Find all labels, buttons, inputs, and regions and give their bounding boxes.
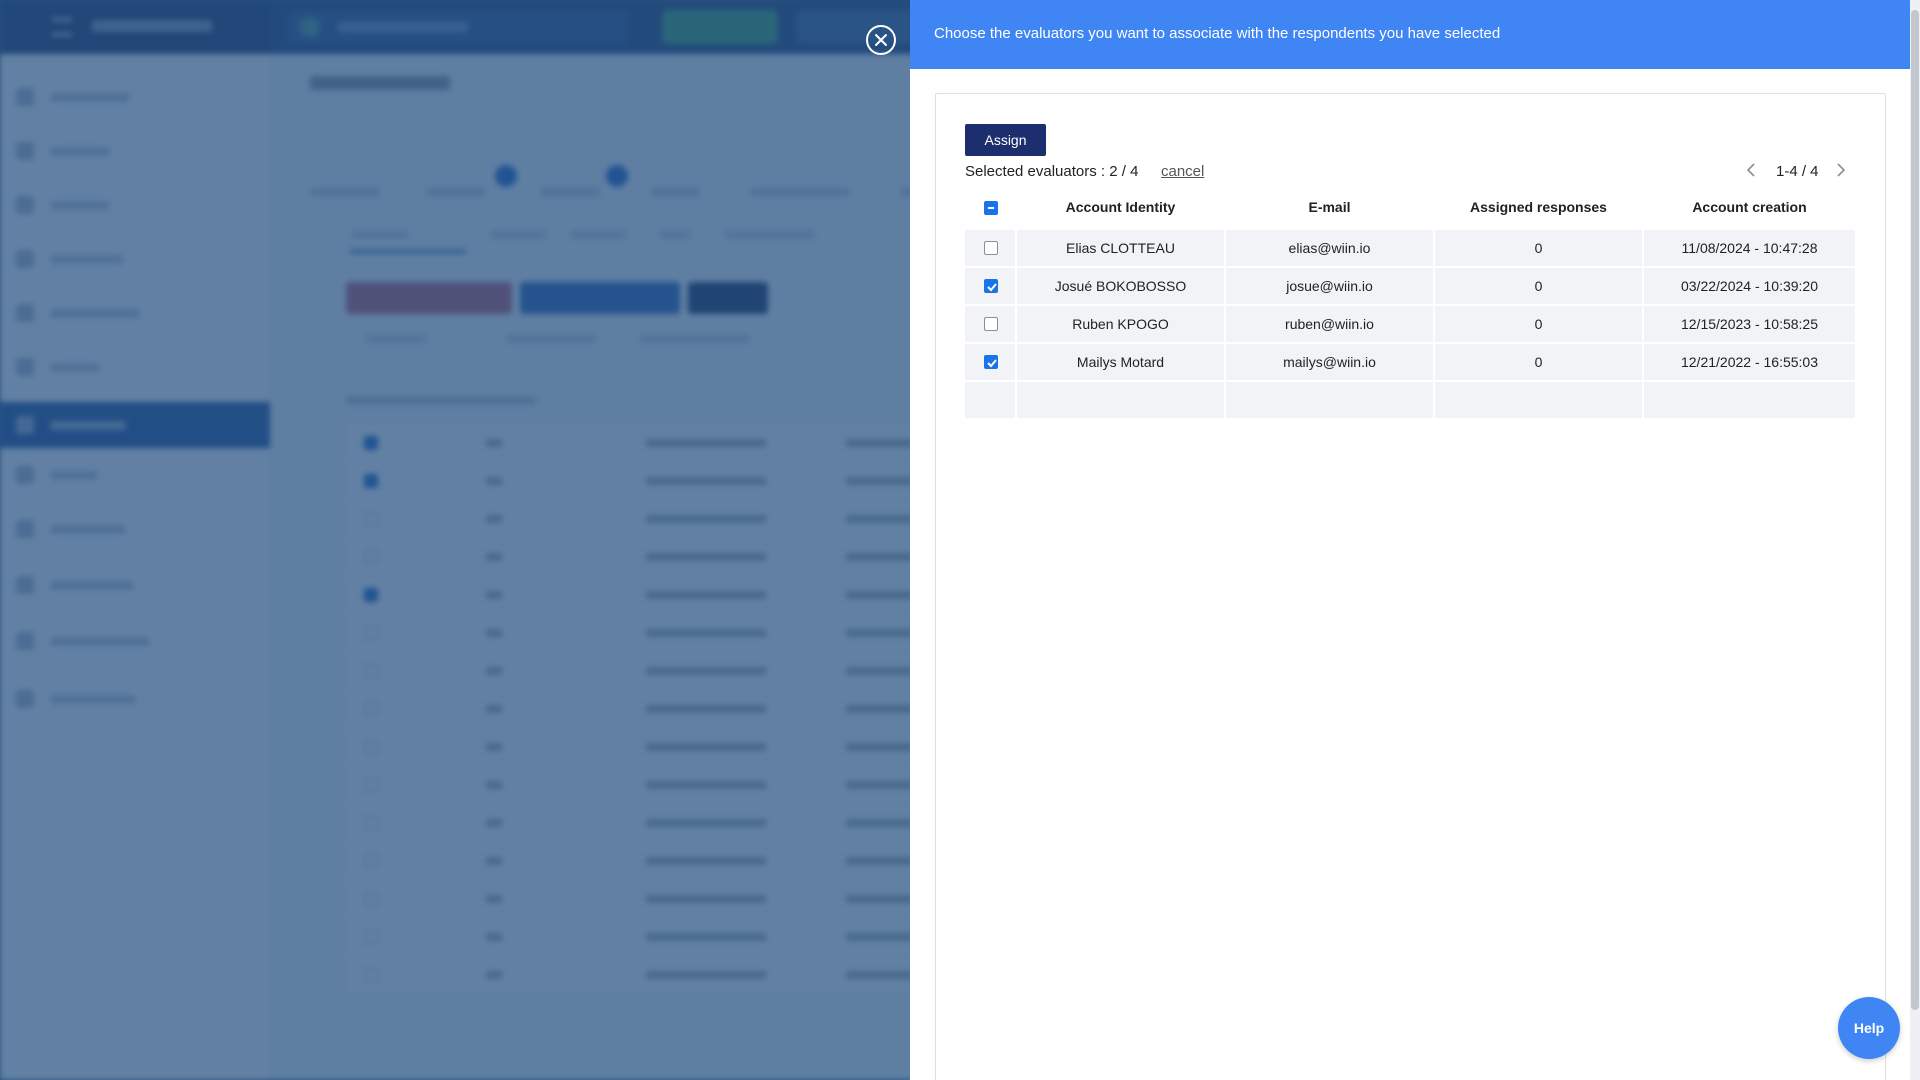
chevron-left-icon — [1746, 163, 1755, 177]
column-header-account-creation[interactable]: Account creation — [1644, 190, 1855, 228]
empty-cell — [1017, 382, 1224, 418]
select-all-checkbox[interactable] — [984, 201, 998, 215]
row-checkbox[interactable] — [984, 279, 998, 293]
email-cell: ruben@wiin.io — [1226, 306, 1433, 342]
pager-range: 1-4 / 4 — [1776, 163, 1819, 180]
empty-cell — [1226, 382, 1433, 418]
checkmark-icon — [987, 283, 997, 292]
pager-next-button[interactable] — [1832, 161, 1848, 179]
cancel-selection-link[interactable]: cancel — [1161, 163, 1204, 180]
account-identity-cell: Josué BOKOBOSSO — [1017, 268, 1224, 304]
account-creation-cell: 12/21/2022 - 16:55:03 — [1644, 344, 1855, 380]
empty-cell — [1435, 382, 1642, 418]
row-checkbox[interactable] — [984, 355, 998, 369]
empty-cell — [965, 382, 1015, 418]
chevron-right-icon — [1837, 163, 1846, 177]
row-select-cell — [965, 230, 1015, 266]
scrollbar-thumb[interactable] — [1911, 10, 1919, 1010]
row-select-cell — [965, 268, 1015, 304]
close-drawer-button[interactable] — [866, 25, 896, 55]
row-select-cell — [965, 344, 1015, 380]
column-header-email[interactable]: E-mail — [1226, 190, 1433, 228]
table-header: Account Identity E-mail Assigned respons… — [965, 190, 1855, 228]
table-empty-row — [965, 382, 1855, 418]
checkmark-icon — [987, 359, 997, 368]
email-cell: josue@wiin.io — [1226, 268, 1433, 304]
column-header-assigned-responses[interactable]: Assigned responses — [1435, 190, 1642, 228]
close-circle-icon — [875, 34, 887, 46]
account-identity-cell: Elias CLOTTEAU — [1017, 230, 1224, 266]
row-select-cell — [965, 306, 1015, 342]
account-creation-cell: 03/22/2024 - 10:39:20 — [1644, 268, 1855, 304]
help-button[interactable]: Help — [1838, 997, 1900, 1059]
table-row[interactable]: Josué BOKOBOSSO josue@wiin.io 0 03/22/20… — [965, 268, 1855, 304]
column-header-account-identity[interactable]: Account Identity — [1017, 190, 1224, 228]
selected-evaluators-count: Selected evaluators : 2 / 4 — [965, 163, 1139, 180]
drawer-header: Choose the evaluators you want to associ… — [910, 0, 1910, 69]
table-row[interactable]: Elias CLOTTEAU elias@wiin.io 0 11/08/202… — [965, 230, 1855, 266]
account-creation-cell: 12/15/2023 - 10:58:25 — [1644, 306, 1855, 342]
assigned-responses-cell: 0 — [1435, 230, 1642, 266]
select-all-cell — [965, 190, 1015, 228]
email-cell: mailys@wiin.io — [1226, 344, 1433, 380]
assigned-responses-cell: 0 — [1435, 268, 1642, 304]
table-row[interactable]: Ruben KPOGO ruben@wiin.io 0 12/15/2023 -… — [965, 306, 1855, 342]
pager-prev-button[interactable] — [1744, 161, 1760, 179]
assigned-responses-cell: 0 — [1435, 344, 1642, 380]
account-identity-cell: Mailys Motard — [1017, 344, 1224, 380]
row-checkbox[interactable] — [984, 241, 998, 255]
empty-cell — [1644, 382, 1855, 418]
row-checkbox[interactable] — [984, 317, 998, 331]
email-cell: elias@wiin.io — [1226, 230, 1433, 266]
assigned-responses-cell: 0 — [1435, 306, 1642, 342]
account-identity-cell: Ruben KPOGO — [1017, 306, 1224, 342]
table-row[interactable]: Mailys Motard mailys@wiin.io 0 12/21/202… — [965, 344, 1855, 380]
drawer-title: Choose the evaluators you want to associ… — [934, 25, 1501, 42]
account-creation-cell: 11/08/2024 - 10:47:28 — [1644, 230, 1855, 266]
assign-button[interactable]: Assign — [965, 124, 1046, 156]
